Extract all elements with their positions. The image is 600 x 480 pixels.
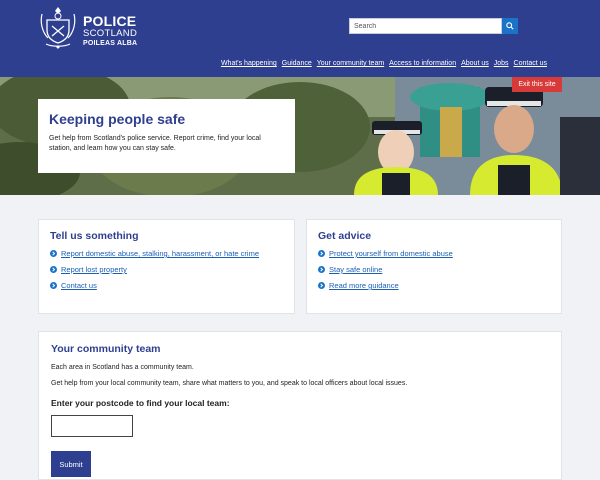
list-item: Report lost property [50, 265, 283, 274]
postcode-input[interactable] [51, 415, 133, 437]
list-item: Report domestic abuse, stalking, harassm… [50, 249, 283, 258]
list-item: Stay safe online [318, 265, 550, 274]
community-team-title: Your community team [51, 343, 161, 355]
report-lost-property-link[interactable]: Report lost property [61, 265, 127, 274]
report-domestic-abuse-link[interactable]: Report domestic abuse, stalking, harassm… [61, 249, 259, 258]
arrow-right-icon [50, 250, 57, 257]
search-icon [506, 22, 514, 30]
submit-button[interactable]: Submit [51, 451, 91, 477]
arrow-right-icon [50, 266, 57, 273]
hero-text: Get help from Scotland's police service.… [49, 135, 261, 152]
get-advice-card: Get advice Protect yourself from domesti… [306, 219, 562, 314]
arrow-right-icon [318, 282, 325, 289]
nav-contact-us[interactable]: Contact us [514, 60, 547, 67]
brand-scotland: SCOTLAND [83, 28, 138, 39]
community-description: Get help from your local community team,… [51, 380, 408, 387]
nav-guidance[interactable]: Guidance [282, 60, 312, 67]
main-nav: What's happening Guidance Your community… [221, 60, 547, 67]
read-more-guidance-link[interactable]: Read more guidance [329, 281, 399, 290]
search-button[interactable] [502, 18, 518, 34]
tell-us-card: Tell us something Report domestic abuse,… [38, 219, 295, 314]
contact-us-link[interactable]: Contact us [61, 281, 97, 290]
list-item: Contact us [50, 281, 283, 290]
brand-gaelic: POILEAS ALBA [83, 40, 138, 47]
community-intro: Each area in Scotland has a community te… [51, 364, 194, 371]
tell-us-title: Tell us something [50, 230, 139, 242]
postcode-label: Enter your postcode to find your local t… [51, 398, 230, 408]
list-item: Read more guidance [318, 281, 550, 290]
search-form [349, 18, 518, 34]
hero-banner: Exit this site Keeping people safe Get h… [0, 77, 600, 195]
stay-safe-online-link[interactable]: Stay safe online [329, 265, 382, 274]
community-team-card: Your community team Each area in Scotlan… [38, 331, 562, 480]
nav-community-team[interactable]: Your community team [317, 60, 384, 67]
hero-card: Keeping people safe Get help from Scotla… [38, 99, 295, 173]
nav-whats-happening[interactable]: What's happening [221, 60, 277, 67]
nav-access-to-information[interactable]: Access to information [389, 60, 456, 67]
crest-icon [40, 7, 76, 49]
site-header: POLICE SCOTLAND POILEAS ALBA What's happ… [0, 0, 600, 77]
hero-title: Keeping people safe [49, 111, 186, 127]
exit-site-button[interactable]: Exit this site [512, 77, 562, 92]
arrow-right-icon [318, 266, 325, 273]
brand-police: POLICE [83, 13, 137, 29]
protect-from-domestic-abuse-link[interactable]: Protect yourself from domestic abuse [329, 249, 453, 258]
nav-about-us[interactable]: About us [461, 60, 489, 67]
arrow-right-icon [50, 282, 57, 289]
get-advice-title: Get advice [318, 230, 372, 242]
search-input[interactable] [349, 18, 502, 34]
arrow-right-icon [318, 250, 325, 257]
nav-jobs[interactable]: Jobs [494, 60, 509, 67]
police-scotland-logo[interactable]: POLICE SCOTLAND POILEAS ALBA [38, 4, 138, 50]
list-item: Protect yourself from domestic abuse [318, 249, 550, 258]
